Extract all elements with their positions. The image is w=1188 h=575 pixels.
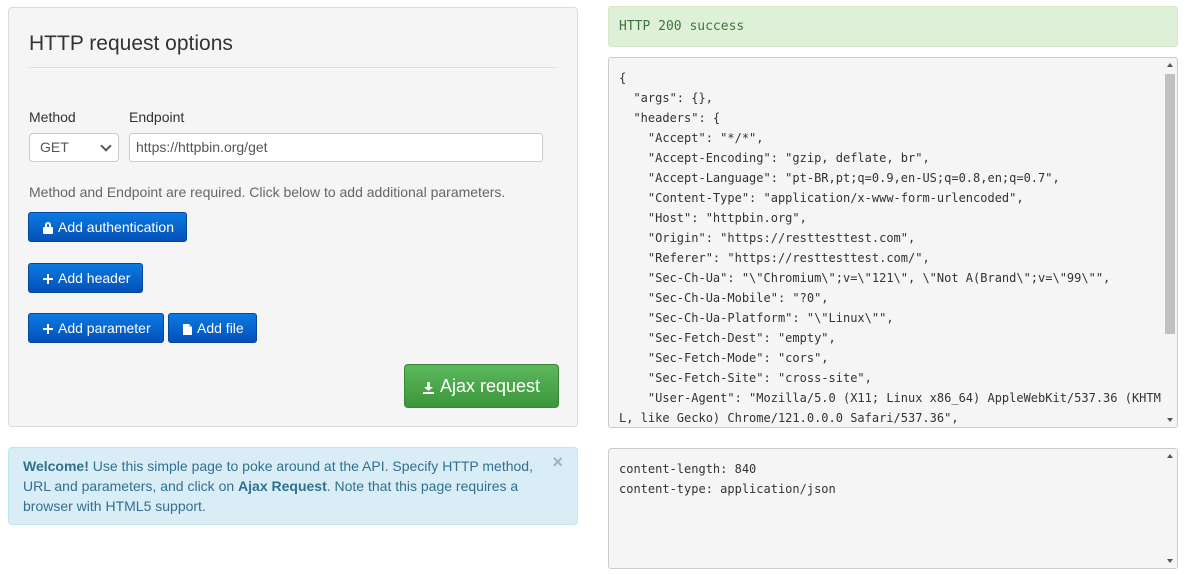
response-headers-scrollbar[interactable] [1163,449,1177,568]
welcome-alert: Welcome! Use this simple page to poke ar… [8,447,578,525]
method-select-value: GET [40,139,69,155]
alert-welcome: Welcome! [23,458,89,474]
scroll-up-icon[interactable] [1167,454,1173,458]
add-header-label: Add header [58,270,131,286]
add-file-label: Add file [197,320,244,336]
add-authentication-label: Add authentication [58,219,174,235]
plus-icon [43,324,53,334]
ajax-request-button[interactable]: Ajax request [404,364,559,408]
response-body-panel[interactable]: { "args": {}, "headers": { "Accept": "*/… [608,57,1178,428]
status-message: HTTP 200 success [608,6,1178,47]
add-parameter-label: Add parameter [58,320,151,336]
scroll-thumb[interactable] [1165,74,1175,334]
endpoint-label: Endpoint [129,109,185,125]
scroll-down-icon[interactable] [1167,418,1173,422]
lock-icon [43,222,53,234]
add-header-button[interactable]: Add header [28,263,144,293]
response-headers-panel[interactable]: content-length: 840 content-type: applic… [608,448,1178,569]
plus-icon [43,274,53,284]
file-icon [183,323,192,335]
scroll-up-icon[interactable] [1167,63,1173,67]
download-icon [422,381,434,394]
add-parameter-button[interactable]: Add parameter [28,313,164,343]
request-options-panel: HTTP request options Method Endpoint GET… [8,7,578,427]
add-authentication-button[interactable]: Add authentication [28,212,187,242]
ajax-request-label: Ajax request [439,376,541,396]
alert-ajax-label: Ajax Request [238,478,327,494]
options-divider [29,67,557,68]
response-headers-text: content-length: 840 content-type: applic… [619,462,836,496]
method-select[interactable]: GET [29,133,119,162]
close-icon[interactable]: × [552,453,563,471]
response-body-scrollbar[interactable] [1163,58,1177,427]
options-title: HTTP request options [29,32,233,55]
scroll-down-icon[interactable] [1167,559,1173,563]
add-file-button[interactable]: Add file [168,313,257,343]
method-label: Method [29,109,76,125]
chevron-down-icon [100,140,112,152]
response-body-text: { "args": {}, "headers": { "Accept": "*/… [619,71,1161,425]
endpoint-input[interactable]: https://httpbin.org/get [129,133,543,162]
help-text: Method and Endpoint are required. Click … [29,184,506,200]
